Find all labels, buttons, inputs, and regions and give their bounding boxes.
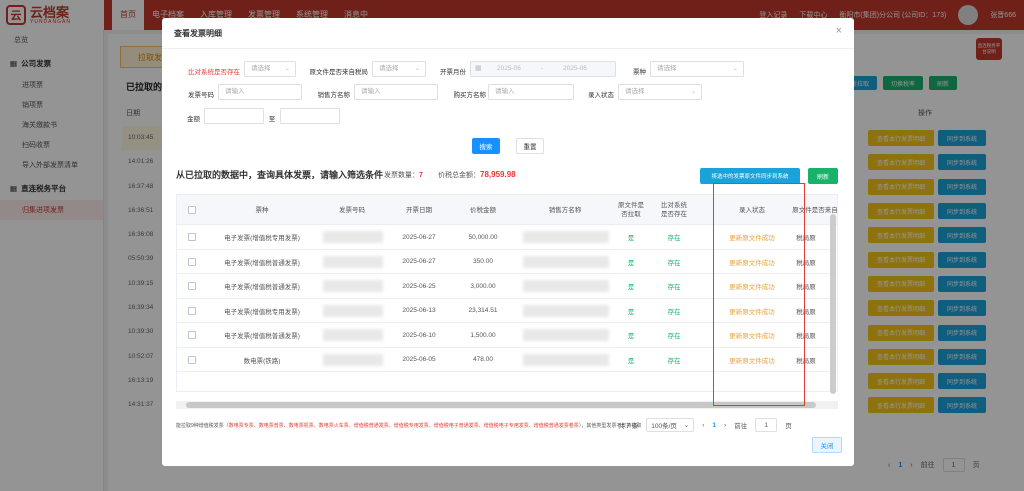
redacted-seller xyxy=(523,304,609,317)
close-button[interactable]: 关闭 xyxy=(812,437,842,453)
support-note: 能拉取9种增值税发票（数电票专票、数电票普票、数电票机票、数电票火车票、增值税普… xyxy=(176,423,642,429)
compare-exists-label: 比对系统是否存在 xyxy=(188,69,240,76)
search-button[interactable]: 搜索 xyxy=(472,138,500,154)
issue-month-range[interactable]: ▦ 2025-06 - 2025-06 xyxy=(470,61,616,77)
modal-title: 查看发票明细 xyxy=(174,29,222,38)
col-invoice-no: 发票号码 xyxy=(339,206,365,214)
divider xyxy=(162,48,854,49)
amount-to-label: 至 xyxy=(268,116,276,123)
col-type: 票种 xyxy=(255,206,269,214)
redacted-invoice-no xyxy=(323,353,383,366)
row-checkbox[interactable] xyxy=(188,306,196,315)
redacted-invoice-no xyxy=(323,329,383,341)
amount-label: 金额 xyxy=(187,116,200,123)
redacted-invoice-no xyxy=(323,280,383,292)
invoice-count: 发票数量：7 xyxy=(384,172,423,179)
chevron-down-icon: ⌄ xyxy=(732,66,738,72)
refresh-button[interactable]: 刷新 xyxy=(808,168,838,184)
entry-status-label: 录入状态 xyxy=(588,92,614,99)
seller-name-label: 销售方名称 xyxy=(317,92,351,99)
reset-button[interactable]: 重置 xyxy=(516,138,544,154)
sync-selected-button[interactable]: 将选中的发票原文件同步到系统 xyxy=(700,168,800,184)
redacted-seller xyxy=(523,280,609,292)
redacted-seller xyxy=(523,231,609,243)
chevron-down-icon: ⌄ xyxy=(284,66,290,72)
redacted-seller xyxy=(523,255,609,268)
vertical-scrollbar[interactable] xyxy=(830,214,836,394)
highlight-annotation xyxy=(713,183,805,406)
redacted-invoice-no xyxy=(323,255,383,268)
source-from-tax-label: 原文件是否来自税局 xyxy=(309,69,369,76)
invoice-no-label: 发票号码 xyxy=(188,92,214,99)
col-date: 开票日期 xyxy=(406,206,432,214)
row-checkbox[interactable] xyxy=(188,282,196,290)
goto-label: 前往 xyxy=(734,423,748,430)
row-checkbox[interactable] xyxy=(188,257,196,266)
buyer-name-label: 购买方名称 xyxy=(453,92,487,99)
page-size-select[interactable]: 100条/页 ⌄ xyxy=(646,418,695,432)
goto-unit: 页 xyxy=(785,423,792,430)
col-seller: 销售方名称 xyxy=(548,206,582,214)
entry-status-select[interactable]: 请选择 ⌄ xyxy=(618,84,702,100)
invoice-total: 价税总金额：78,959.98 xyxy=(438,170,516,179)
pagination: 共 7 条 100条/页 ⌄ ‹ 1 › 前往 1 页 xyxy=(618,418,792,432)
amount-max-input[interactable] xyxy=(280,108,340,124)
chevron-down-icon: ⌄ xyxy=(683,422,690,429)
next-page-icon[interactable]: › xyxy=(724,422,726,429)
invoice-type-label: 票种 xyxy=(633,69,646,76)
redacted-seller xyxy=(523,329,609,341)
chevron-down-icon: ⌄ xyxy=(690,89,696,95)
goto-input[interactable]: 1 xyxy=(755,418,778,432)
chevron-down-icon: ⌄ xyxy=(414,66,420,72)
redacted-seller xyxy=(523,353,609,366)
row-checkbox[interactable] xyxy=(188,331,196,339)
close-icon[interactable]: × xyxy=(836,25,842,37)
redacted-invoice-no xyxy=(323,231,383,243)
col-amount: 价税金额 xyxy=(470,206,496,214)
page-number[interactable]: 1 xyxy=(712,422,716,429)
calendar-icon: ▦ xyxy=(475,65,482,72)
redacted-invoice-no xyxy=(323,304,383,317)
seller-name-input[interactable]: 请输入 xyxy=(354,84,438,100)
col-exists: 比对系统是否存在 xyxy=(661,202,687,218)
row-checkbox[interactable] xyxy=(188,233,196,241)
col-pulled: 原文件是否拉取 xyxy=(618,202,644,218)
invoice-detail-modal: 查看发票明细 × 比对系统是否存在 请选择 ⌄ 原文件是否来自税局 请选择 ⌄ 开票… xyxy=(162,18,854,466)
buyer-name-input[interactable]: 请输入 xyxy=(488,84,574,100)
prev-page-icon[interactable]: ‹ xyxy=(702,422,704,429)
source-from-tax-select[interactable]: 请选择 ⌄ xyxy=(372,61,426,77)
summary-title: 从已拉取的数据中，查询具体发票，请输入筛选条件 xyxy=(176,170,384,180)
invoice-type-select[interactable]: 请选择 ⌄ xyxy=(650,61,744,77)
compare-exists-select[interactable]: 请选择 ⌄ xyxy=(244,61,296,77)
row-checkbox[interactable] xyxy=(188,355,196,364)
select-all-checkbox[interactable] xyxy=(188,206,196,214)
amount-min-input[interactable] xyxy=(204,108,264,124)
issue-month-label: 开票月份 xyxy=(440,69,466,76)
invoice-no-input[interactable]: 请输入 xyxy=(218,84,302,100)
